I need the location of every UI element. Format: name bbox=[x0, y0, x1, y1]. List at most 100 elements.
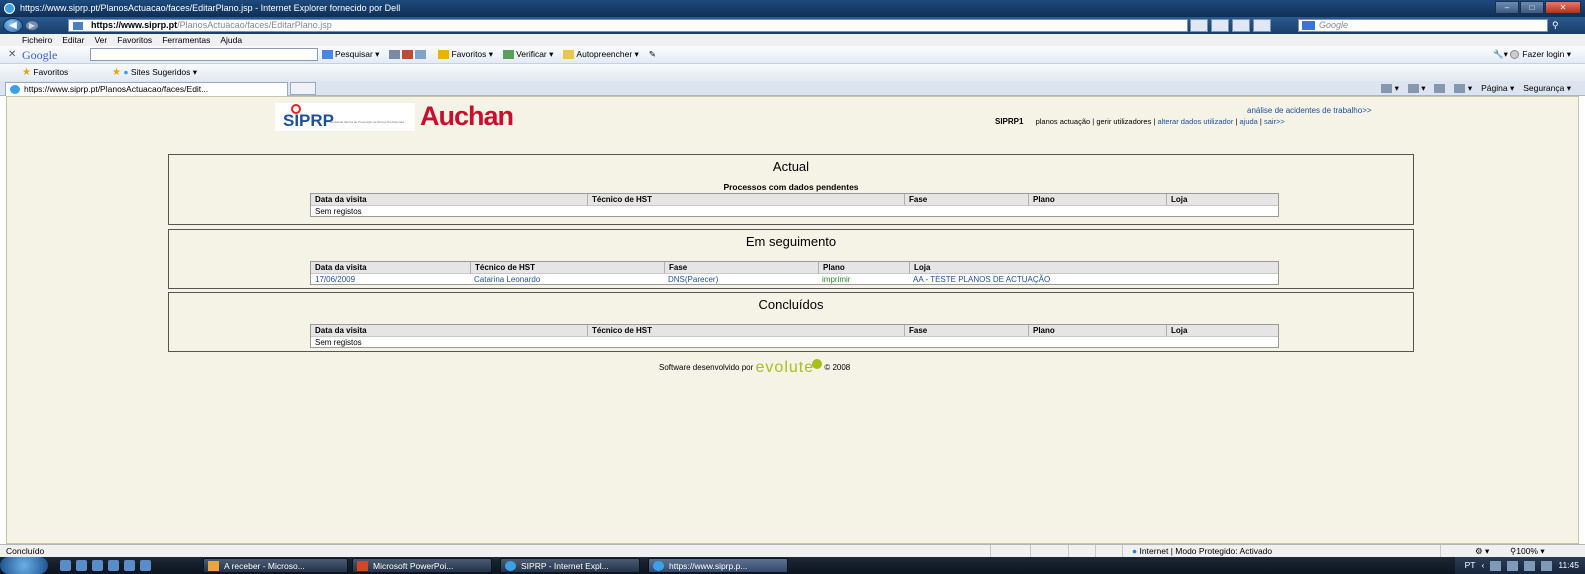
taskbar-powerpoint[interactable]: Microsoft PowerPoi... bbox=[352, 558, 492, 573]
menu-favorites[interactable]: Favoritos bbox=[117, 34, 152, 46]
col-tech: Técnico de HST bbox=[587, 194, 904, 205]
autofill-icon bbox=[563, 50, 575, 60]
page-menu[interactable]: Página ▾ bbox=[1481, 82, 1514, 95]
language-indicator[interactable]: PT bbox=[1465, 557, 1476, 574]
table-row: Sem registos bbox=[311, 205, 1278, 216]
google-search-icon bbox=[1302, 21, 1315, 30]
close-toolbar-icon[interactable]: ✕ bbox=[8, 49, 16, 60]
google-tools-icons[interactable] bbox=[389, 48, 428, 61]
home-button[interactable]: ▾ bbox=[1381, 82, 1399, 95]
col-plan: Plano bbox=[1028, 325, 1166, 336]
outlook-icon[interactable] bbox=[92, 560, 103, 571]
nav-plans-link[interactable]: planos actuação bbox=[1036, 117, 1091, 126]
google-login[interactable]: 🔧▾ Fazer login ▾ bbox=[1493, 48, 1571, 61]
magnifier-icon bbox=[389, 50, 401, 60]
mail-button[interactable] bbox=[1434, 82, 1446, 95]
technician-link[interactable]: Catarina Leonardo bbox=[470, 274, 664, 284]
zoom-control[interactable]: ⚲100% ▾ bbox=[1510, 545, 1545, 557]
new-tab-button[interactable] bbox=[290, 82, 316, 95]
tray-expand-icon[interactable]: ‹ bbox=[1482, 557, 1485, 574]
security-zone-label: Internet | Modo Protegido: Activado bbox=[1139, 546, 1273, 556]
google-check-button[interactable]: Verificar ▾ bbox=[503, 48, 553, 61]
google-search-field[interactable] bbox=[90, 48, 318, 61]
print-plan-link[interactable]: imprimir bbox=[818, 274, 909, 284]
taskbar-ie-active[interactable]: https://www.siprp.p... bbox=[648, 558, 788, 573]
wrench-icon[interactable]: 🔧▾ bbox=[1493, 49, 1508, 59]
system-tray: PT ‹ 11:45 bbox=[1454, 557, 1585, 574]
start-button[interactable] bbox=[0, 557, 48, 574]
messenger-icon[interactable] bbox=[124, 560, 135, 571]
nav-help-link[interactable]: ajuda bbox=[1239, 117, 1257, 126]
store-link[interactable]: AA - TESTE PLANOS DE ACTUAÇÃO bbox=[909, 274, 1278, 284]
volume-icon[interactable] bbox=[1541, 560, 1553, 571]
security-zone[interactable]: ● Internet | Modo Protegido: Activado bbox=[1132, 545, 1272, 557]
feeds-button[interactable]: ▾ bbox=[1407, 82, 1425, 95]
security-menu[interactable]: Segurança ▾ bbox=[1523, 82, 1571, 95]
table-row: Sem registos bbox=[311, 336, 1278, 347]
show-desktop-icon[interactable] bbox=[60, 560, 71, 571]
back-button[interactable]: ◀ bbox=[3, 18, 23, 33]
lock-icon[interactable] bbox=[1190, 19, 1208, 32]
protected-mode-icon[interactable]: ⚙ ▾ bbox=[1475, 545, 1489, 557]
status-divider bbox=[1030, 545, 1031, 557]
search-go-icon[interactable]: ⚲ bbox=[1552, 19, 1572, 32]
nav-exit-link[interactable]: sair>> bbox=[1264, 117, 1285, 126]
google-search-button[interactable]: Pesquisar ▾ bbox=[322, 48, 379, 61]
print-icon bbox=[1454, 84, 1466, 94]
feeds-icon bbox=[1407, 84, 1419, 94]
ie-app-icon bbox=[653, 561, 664, 571]
command-bar: ▾ ▾ ▾ Página ▾ Segurança ▾ bbox=[1381, 82, 1571, 95]
accident-analysis-link[interactable]: análise de acidentes de trabalho>> bbox=[1247, 106, 1372, 115]
favorites-button[interactable]: ★ Favoritos bbox=[22, 64, 68, 81]
page-icon bbox=[73, 22, 83, 30]
tab-ie-icon bbox=[10, 85, 20, 94]
google-search-icon bbox=[322, 50, 333, 60]
menu-view[interactable]: Ver bbox=[94, 34, 107, 46]
google-autofill-button[interactable]: Autopreencher ▾ bbox=[563, 48, 639, 61]
menu-edit[interactable]: Editar bbox=[62, 34, 84, 46]
minimize-button[interactable]: – bbox=[1495, 1, 1519, 14]
phase-link[interactable]: DNS(Parecer) bbox=[664, 274, 818, 284]
print-button[interactable]: ▾ bbox=[1454, 82, 1472, 95]
taskbar-label: Microsoft PowerPoi... bbox=[373, 561, 454, 571]
forward-button[interactable]: ▶ bbox=[25, 20, 39, 31]
switch-windows-icon[interactable] bbox=[76, 560, 87, 571]
clock[interactable]: 11:45 bbox=[1558, 557, 1579, 574]
compat-view-icon[interactable] bbox=[1211, 19, 1229, 32]
tab-current[interactable]: https://www.siprp.pt/PlanosActuacao/face… bbox=[5, 82, 288, 96]
close-window-button[interactable]: ✕ bbox=[1545, 1, 1581, 14]
media-icon[interactable] bbox=[108, 560, 119, 571]
evolute-logo: evolute bbox=[755, 359, 815, 376]
col-phase: Fase bbox=[904, 325, 1028, 336]
taskbar-outlook[interactable]: A receber - Microso... bbox=[203, 558, 348, 573]
section-following: Em seguimento Data da visita Técnico de … bbox=[168, 229, 1414, 289]
table-header: Data da visita Técnico de HST Fase Plano… bbox=[311, 262, 1278, 273]
nav-users-link[interactable]: gerir utilizadores bbox=[1096, 117, 1151, 126]
taskbar-ie-siprp[interactable]: SIPRP - Internet Expl... bbox=[500, 558, 640, 573]
network-icon[interactable] bbox=[1524, 560, 1536, 571]
status-text: Concluído bbox=[6, 546, 45, 556]
ie-launch-icon[interactable] bbox=[140, 560, 151, 571]
suggested-sites-button[interactable]: ★ ● Sites Sugeridos ▾ bbox=[112, 64, 197, 81]
tray-app-icon[interactable] bbox=[1490, 560, 1502, 571]
menu-help[interactable]: Ajuda bbox=[220, 34, 242, 46]
section-actual: Actual Processos com dados pendentes Dat… bbox=[168, 154, 1414, 225]
quick-launch bbox=[60, 560, 151, 571]
mail-icon bbox=[1434, 84, 1446, 94]
menu-file[interactable]: Ficheiro bbox=[22, 34, 52, 46]
nav-edit-user-link[interactable]: alterar dados utilizador bbox=[1157, 117, 1233, 126]
visit-date-link[interactable]: 17/06/2009 bbox=[311, 274, 470, 284]
refresh-icon[interactable] bbox=[1232, 19, 1250, 32]
browser-search-input[interactable]: Google bbox=[1298, 19, 1548, 32]
tray-app-icon[interactable] bbox=[1507, 560, 1519, 571]
pencil-icon[interactable]: ✎ bbox=[649, 48, 656, 61]
ie-suggested-icon: ● bbox=[123, 67, 129, 77]
google-logo: Google bbox=[22, 48, 58, 62]
google-favorites-button[interactable]: Favoritos ▾ bbox=[438, 48, 493, 61]
google-favorites-label: Favoritos bbox=[451, 49, 487, 59]
maximize-button[interactable]: □ bbox=[1520, 1, 1544, 14]
spellcheck-icon bbox=[503, 50, 515, 60]
menu-tools[interactable]: Ferramentas bbox=[162, 34, 210, 46]
stop-icon[interactable] bbox=[1253, 19, 1271, 32]
address-input[interactable]: https://www.siprp.pt/PlanosActuacao/face… bbox=[68, 19, 1188, 32]
